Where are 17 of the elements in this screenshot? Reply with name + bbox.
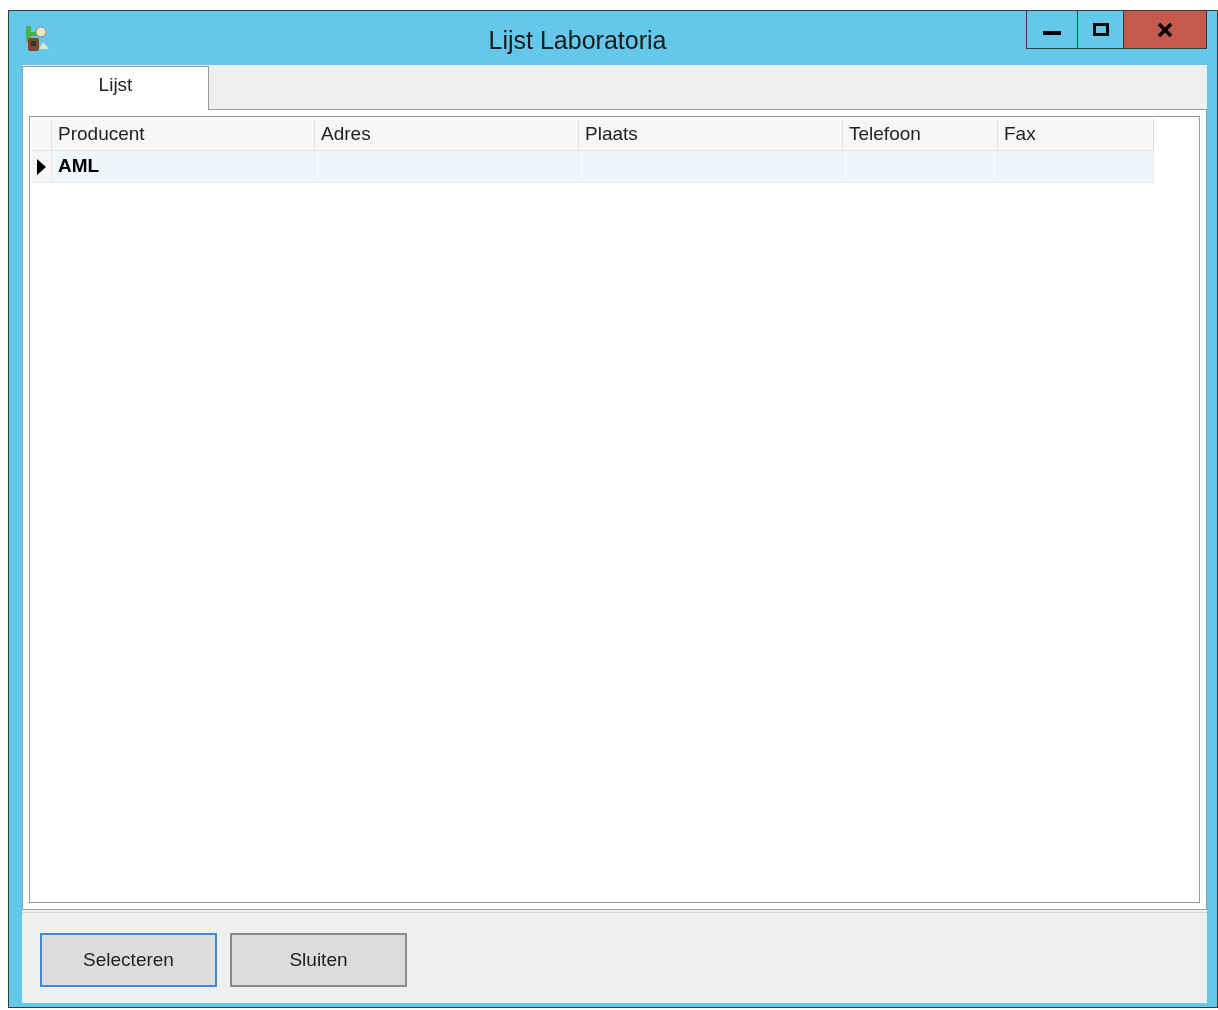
window-title: Lijst Laboratoria bbox=[488, 25, 667, 56]
header-corner bbox=[32, 119, 52, 151]
close-icon bbox=[1157, 22, 1173, 37]
tab[interactable]: Lijst bbox=[22, 66, 209, 110]
column-header[interactable]: Adres bbox=[315, 119, 579, 151]
minimize-icon bbox=[1043, 30, 1061, 35]
row-header[interactable] bbox=[32, 151, 52, 183]
maximize-icon bbox=[1092, 23, 1109, 36]
dialog-button[interactable]: Sluiten bbox=[230, 933, 407, 987]
column-header[interactable]: Telefoon bbox=[843, 119, 998, 151]
close-button[interactable] bbox=[1124, 11, 1206, 48]
dialog-button[interactable]: Selecteren bbox=[40, 933, 217, 987]
current-row-icon bbox=[37, 158, 46, 175]
column-header[interactable]: Fax bbox=[998, 119, 1154, 151]
table-cell: AML bbox=[52, 151, 315, 183]
column-header[interactable]: Plaats bbox=[579, 119, 843, 151]
column-header[interactable]: Producent bbox=[52, 119, 315, 151]
